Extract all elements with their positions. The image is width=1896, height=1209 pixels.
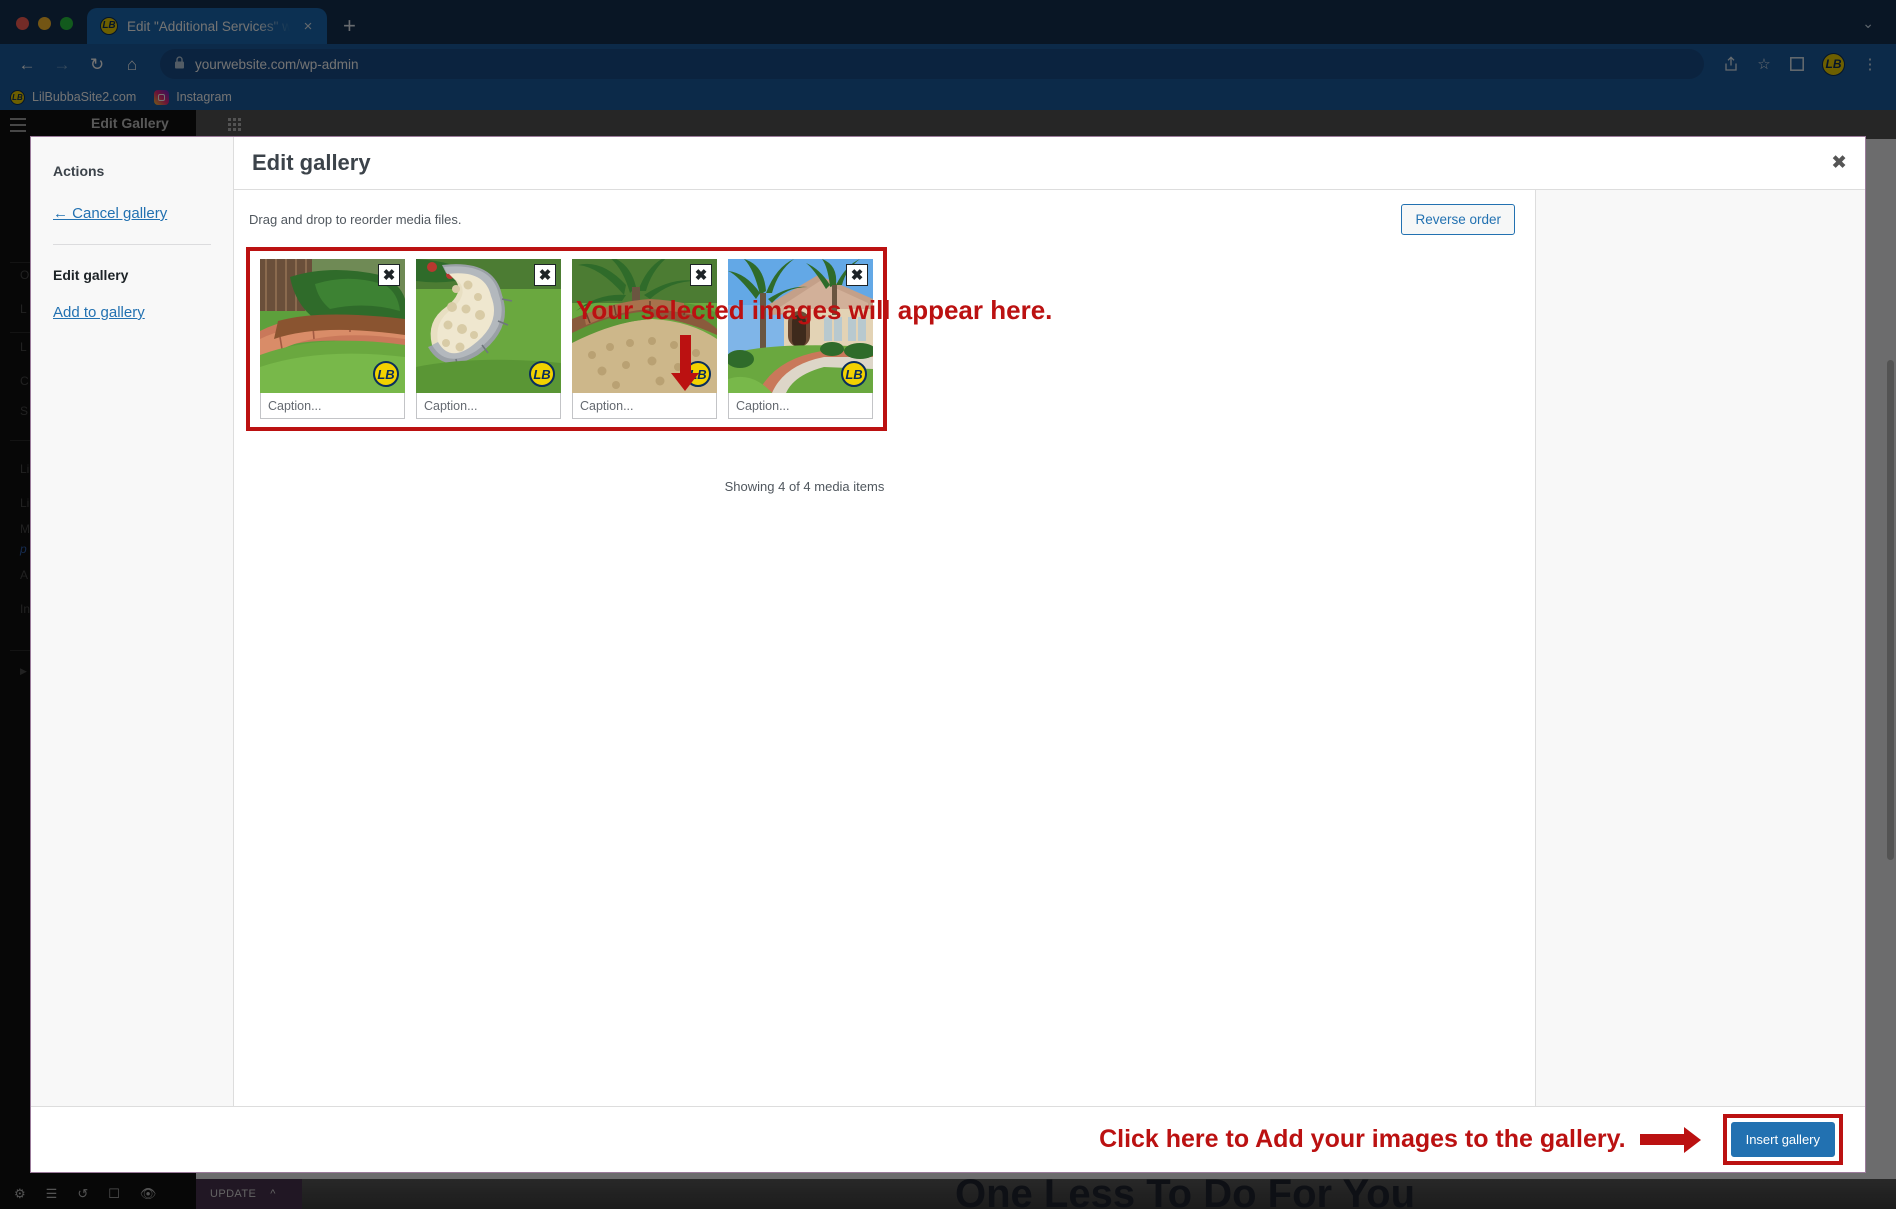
watermark-icon: LB (841, 361, 867, 387)
close-icon[interactable]: ✖ (1831, 154, 1847, 173)
thumbnails-wrapper: ✖ LB Caption... ✖ LB Caption... ✖ LB Cap… (234, 247, 1535, 431)
actions-heading: Actions (53, 163, 105, 179)
gallery-item[interactable]: ✖ LB Caption... (416, 259, 561, 419)
remove-image-button[interactable]: ✖ (534, 264, 556, 286)
add-to-gallery-link[interactable]: Add to gallery (53, 304, 211, 321)
modal-right-panel (1535, 190, 1865, 1106)
gallery-pane: Drag and drop to reorder media files. Re… (234, 190, 1535, 1106)
remove-image-button[interactable]: ✖ (846, 264, 868, 286)
modal-title: Edit gallery (252, 150, 371, 175)
watermark-icon: LB (529, 361, 555, 387)
edit-gallery-modal: Actions ← Cancel gallery Edit gallery Ad… (30, 136, 1866, 1173)
insert-gallery-button[interactable]: Insert gallery (1730, 1122, 1835, 1157)
modal-actions-sidebar: Actions ← Cancel gallery Edit gallery Ad… (31, 137, 234, 1106)
thumbnail-image-2[interactable]: ✖ LB (416, 259, 561, 393)
media-count-text: Showing 4 of 4 media items (724, 479, 885, 494)
thumbnail-image-1[interactable]: ✖ LB (260, 259, 405, 393)
modal-content: Drag and drop to reorder media files. Re… (234, 190, 1865, 1106)
annotation-top-text: Your selected images will appear here. (576, 295, 1053, 325)
modal-footer: Click here to Add your images to the gal… (31, 1106, 1865, 1172)
modal-header: Edit gallery ✖ (234, 137, 1865, 190)
watermark-icon: LB (373, 361, 399, 387)
cancel-gallery-link[interactable]: ← Cancel gallery (53, 205, 211, 222)
caption-input[interactable]: Caption... (572, 393, 717, 419)
drag-hint-text: Drag and drop to reorder media files. (249, 212, 462, 227)
modal-main: Edit gallery ✖ Drag and drop to reorder … (234, 137, 1865, 1106)
annotation-right-arrow-icon (1639, 1126, 1701, 1153)
annotation-bottom-text: Click here to Add your images to the gal… (1099, 1125, 1626, 1153)
caption-input[interactable]: Caption... (416, 393, 561, 419)
caption-input[interactable]: Caption... (728, 393, 873, 419)
gallery-toolbar: Drag and drop to reorder media files. Re… (234, 190, 1535, 247)
modal-body: Actions ← Cancel gallery Edit gallery Ad… (31, 137, 1865, 1106)
caption-input[interactable]: Caption... (260, 393, 405, 419)
gallery-item[interactable]: ✖ LB Caption... (260, 259, 405, 419)
insert-gallery-highlight-box: Insert gallery (1722, 1114, 1843, 1165)
thumbnail-image-4[interactable]: ✖ LB (728, 259, 873, 393)
gallery-item[interactable]: ✖ LB Caption... (728, 259, 873, 419)
thumbnails-highlight-box: ✖ LB Caption... ✖ LB Caption... ✖ LB Cap… (246, 247, 887, 431)
edit-gallery-heading: Edit gallery (53, 267, 129, 283)
reverse-order-button[interactable]: Reverse order (1401, 204, 1515, 235)
annotation-down-arrow-icon (671, 335, 699, 391)
remove-image-button[interactable]: ✖ (378, 264, 400, 286)
browser-window: LB Edit "Additional Services" with × + ⌄… (0, 0, 1896, 1209)
remove-image-button[interactable]: ✖ (690, 264, 712, 286)
sidebar-divider (53, 244, 211, 245)
